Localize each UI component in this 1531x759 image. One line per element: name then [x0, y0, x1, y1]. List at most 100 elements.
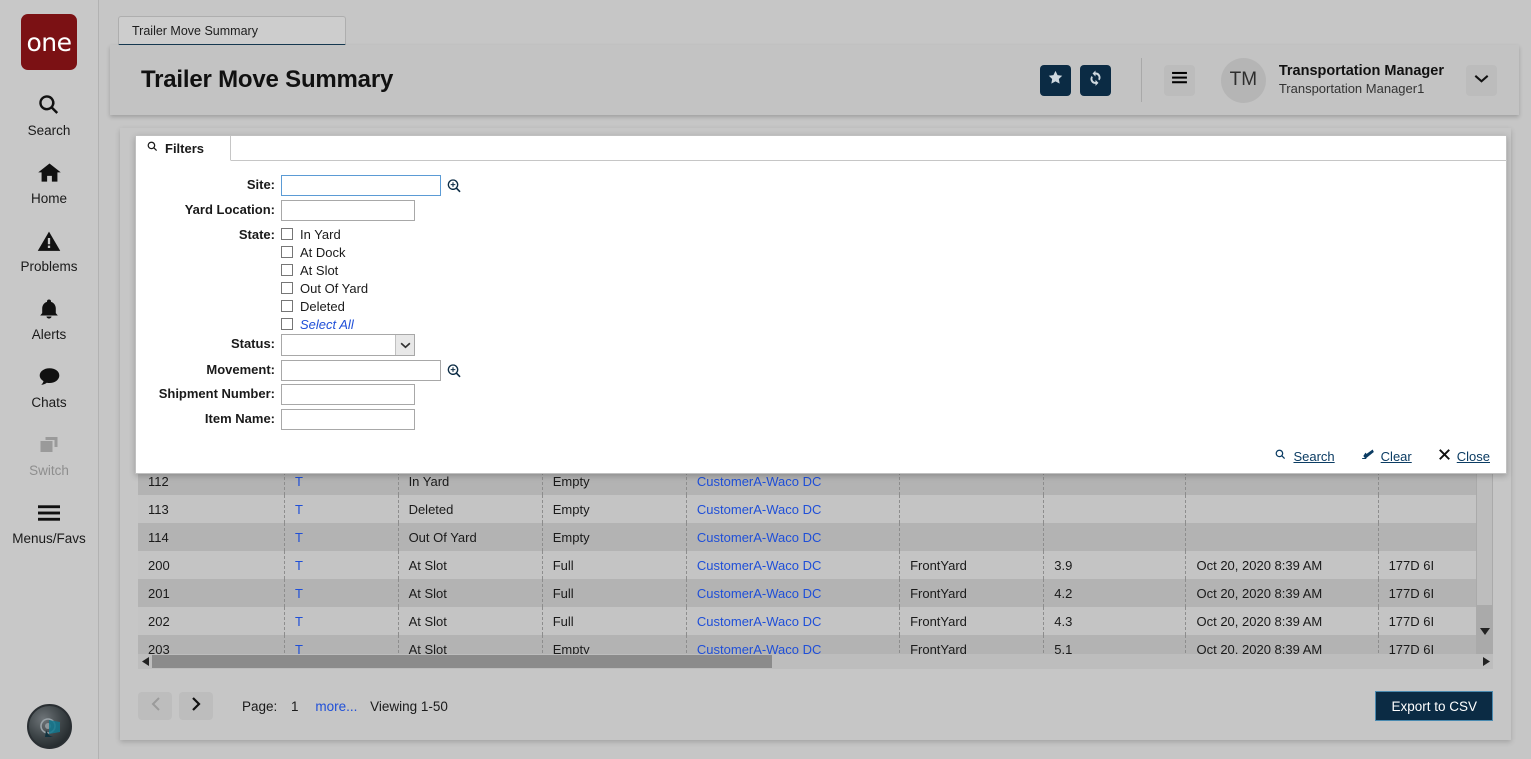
tab-trailer-move-summary[interactable]: Trailer Move Summary: [118, 16, 346, 46]
rail-item-home[interactable]: Home: [0, 158, 99, 206]
grid-vscroll-thumb[interactable]: [1477, 455, 1492, 605]
checkbox-box[interactable]: [281, 300, 293, 312]
cell-flag[interactable]: T: [284, 607, 398, 635]
item-name-input[interactable]: [281, 409, 415, 430]
table-row[interactable]: 203 T At Slot Empty CustomerA-Waco DC Fr…: [138, 635, 1493, 654]
avatar-initials: TM: [1229, 69, 1258, 90]
cell-dwell: [1043, 495, 1185, 523]
grid-scroll-left-button[interactable]: [138, 654, 152, 669]
switch-windows-icon: [36, 430, 63, 460]
cell-site[interactable]: CustomerA-Waco DC: [685, 607, 899, 635]
hamburger-icon: [1171, 71, 1188, 89]
header-menu-button[interactable]: [1163, 64, 1195, 96]
grid-horizontal-scrollbar[interactable]: [138, 654, 1493, 669]
filters-search-button[interactable]: Search: [1274, 448, 1335, 464]
table-row[interactable]: 202 T At Slot Full CustomerA-Waco DC Fro…: [138, 607, 1493, 635]
cell-site[interactable]: CustomerA-Waco DC: [685, 523, 899, 551]
more-pages-link[interactable]: more...: [315, 699, 357, 714]
user-avatar-photo[interactable]: [27, 704, 72, 749]
refresh-button[interactable]: [1079, 64, 1111, 96]
cell-site[interactable]: CustomerA-Waco DC: [685, 635, 899, 654]
grid-scroll-right-button[interactable]: [1479, 654, 1493, 669]
chevron-down-icon[interactable]: [395, 335, 414, 355]
cell-flag[interactable]: T: [284, 551, 398, 579]
cell-site[interactable]: CustomerA-Waco DC: [685, 579, 899, 607]
tab-filters-label: Filters: [165, 140, 205, 156]
checkbox-box[interactable]: [281, 228, 293, 240]
brand-logo-text: one: [26, 27, 72, 57]
cell-flag[interactable]: T: [284, 579, 398, 607]
rail-item-label: Switch: [29, 463, 69, 478]
rail-item-switch[interactable]: Switch: [0, 430, 99, 478]
next-page-button[interactable]: [179, 692, 213, 720]
tab-filters[interactable]: Filters: [137, 136, 231, 161]
yard-location-input[interactable]: [281, 200, 415, 221]
pagination-info: Page: 1 more... Viewing 1-50: [242, 699, 448, 714]
movement-input[interactable]: [281, 360, 441, 381]
table-row[interactable]: 113 T Deleted Empty CustomerA-Waco DC: [138, 495, 1493, 523]
prev-page-button[interactable]: [138, 692, 172, 720]
filters-actions: Search Clear Close: [1274, 448, 1490, 464]
rail-item-menus-favs[interactable]: Menus/Favs: [0, 498, 99, 546]
hamburger-icon: [35, 498, 63, 528]
checkbox-at-dock[interactable]: At Dock: [281, 243, 368, 261]
warning-triangle-icon: [36, 226, 62, 256]
close-x-icon: [1438, 448, 1451, 464]
checkbox-deleted[interactable]: Deleted: [281, 297, 368, 315]
table-row[interactable]: 201 T At Slot Full CustomerA-Waco DC Fro…: [138, 579, 1493, 607]
rail-item-chats[interactable]: Chats: [0, 362, 99, 410]
star-icon: [1047, 69, 1064, 91]
grid-hscroll-thumb[interactable]: [152, 655, 772, 668]
table-row[interactable]: 114 T Out Of Yard Empty CustomerA-Waco D…: [138, 523, 1493, 551]
avatar[interactable]: TM: [1220, 57, 1266, 103]
rail-item-alerts[interactable]: Alerts: [0, 294, 99, 342]
checkbox-box[interactable]: [281, 246, 293, 258]
page-header: Trailer Move Summary TM Transportation M…: [110, 45, 1519, 115]
cell-dwell: 3.9: [1043, 551, 1185, 579]
cell-flag[interactable]: T: [284, 523, 398, 551]
brand-logo[interactable]: one: [21, 14, 77, 70]
home-icon: [36, 158, 63, 188]
cell-yard: FrontYard: [899, 607, 1043, 635]
cell-id: 200: [148, 557, 170, 573]
user-menu-button[interactable]: [1466, 64, 1497, 96]
cell-state: Out Of Yard: [397, 523, 542, 551]
favorite-button[interactable]: [1039, 64, 1071, 96]
cell-load: Empty: [541, 495, 686, 523]
cell-site[interactable]: CustomerA-Waco DC: [685, 495, 899, 523]
checkbox-select-all[interactable]: Select All: [281, 315, 368, 333]
site-lookup-icon[interactable]: [446, 175, 462, 196]
rail-item-search[interactable]: Search: [0, 90, 99, 138]
filters-clear-button[interactable]: Clear: [1361, 448, 1412, 464]
shipment-number-input[interactable]: [281, 384, 415, 405]
field-status-label: Status:: [230, 336, 275, 351]
left-nav-rail: one Search Home Problems Alerts Chats Sw…: [0, 0, 99, 759]
rail-item-problems[interactable]: Problems: [0, 226, 99, 274]
checkbox-out-of-yard[interactable]: Out Of Yard: [281, 279, 368, 297]
checkbox-at-slot[interactable]: At Slot: [281, 261, 368, 279]
cell-flag[interactable]: T: [284, 495, 398, 523]
filters-close-button[interactable]: Close: [1438, 448, 1490, 464]
export-to-csv-button[interactable]: Export to CSV: [1375, 691, 1493, 721]
tab-label: Trailer Move Summary: [132, 23, 258, 38]
checkbox-box[interactable]: [281, 282, 293, 294]
checkbox-box[interactable]: [281, 264, 293, 276]
refresh-icon: [1087, 69, 1104, 91]
viewing-range: Viewing 1-50: [370, 698, 448, 714]
field-site-label: Site:: [246, 177, 275, 192]
checkbox-box[interactable]: [281, 318, 293, 330]
status-select[interactable]: [281, 334, 415, 356]
field-yard-location-label: Yard Location:: [184, 202, 275, 217]
cell-site[interactable]: CustomerA-Waco DC: [685, 551, 899, 579]
field-shipment-number-label: Shipment Number:: [158, 386, 275, 401]
movement-lookup-icon[interactable]: [446, 360, 462, 381]
table-row[interactable]: 200 T At Slot Full CustomerA-Waco DC Fro…: [138, 551, 1493, 579]
bell-icon: [37, 294, 61, 324]
cell-state: At Slot: [397, 635, 542, 654]
cell-yard: FrontYard: [899, 579, 1043, 607]
search-input-site[interactable]: [281, 175, 441, 196]
cell-flag[interactable]: T: [284, 635, 398, 654]
grid-scroll-down-button[interactable]: [1476, 624, 1493, 640]
grid-vertical-scrollbar[interactable]: [1476, 455, 1493, 654]
checkbox-in-yard[interactable]: In Yard: [281, 225, 368, 243]
